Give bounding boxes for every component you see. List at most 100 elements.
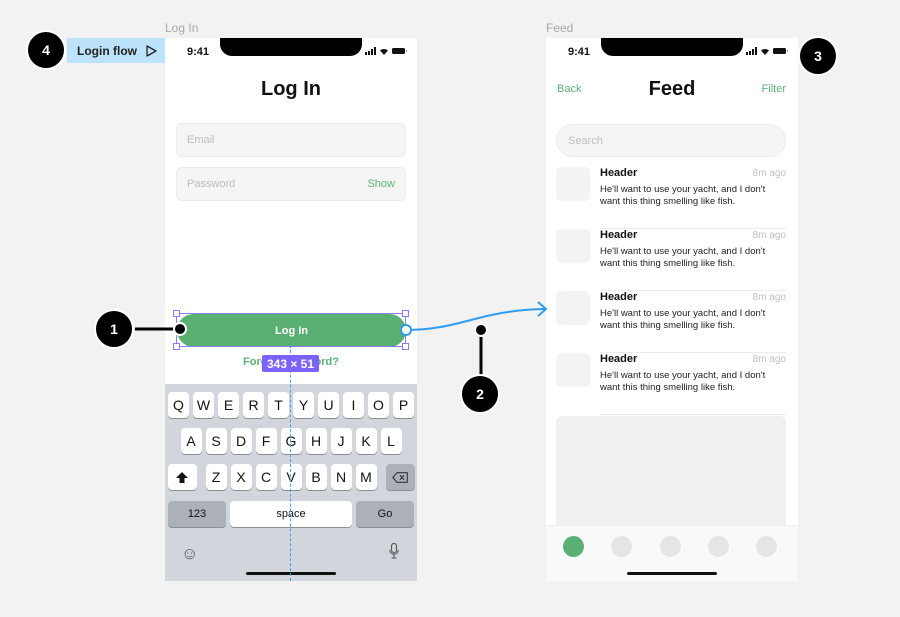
key[interactable]: H — [305, 428, 327, 454]
key[interactable]: U — [318, 392, 339, 418]
key[interactable]: V — [280, 464, 302, 490]
shift-arrow-icon — [176, 471, 188, 483]
login-button[interactable]: Log In — [177, 314, 406, 347]
keyboard-row-1: Q W E R T Y U I O P — [165, 392, 417, 418]
thumbnail — [556, 291, 590, 325]
key[interactable]: O — [368, 392, 389, 418]
item-body: He'll want to use your yacht, and I don'… — [600, 246, 766, 269]
password-placeholder: Password — [187, 178, 236, 190]
page-title: Log In — [261, 78, 321, 100]
key[interactable]: B — [305, 464, 327, 490]
key[interactable]: F — [255, 428, 277, 454]
key[interactable]: W — [193, 392, 214, 418]
show-password-button[interactable]: Show — [367, 178, 395, 190]
status-time: 9:41 — [568, 46, 591, 58]
list-item[interactable]: Header 8m ago He'll want to use your yac… — [556, 229, 786, 291]
list-item[interactable]: Header 8m ago He'll want to use your yac… — [556, 167, 786, 229]
dimension-badge: 343 × 51 — [262, 355, 319, 372]
key[interactable]: Z — [205, 464, 227, 490]
list-item[interactable]: Header 8m ago He'll want to use your yac… — [556, 291, 786, 353]
filter-button[interactable]: Filter — [762, 83, 786, 95]
thumbnail — [556, 353, 590, 387]
status-icons — [746, 47, 788, 55]
battery-icon — [773, 48, 788, 54]
play-triangle-icon[interactable] — [146, 44, 157, 57]
microphone-icon[interactable] — [389, 543, 399, 559]
item-body: He'll want to use your yacht, and I don'… — [600, 184, 766, 207]
annotation-badge-3: 3 — [798, 36, 838, 76]
connector-arrowhead — [537, 301, 548, 317]
tab-2[interactable] — [611, 536, 632, 557]
item-body: He'll want to use your yacht, and I don'… — [600, 370, 766, 393]
tab-3[interactable] — [660, 536, 681, 557]
signal-icon — [746, 47, 757, 55]
space-key[interactable]: space — [230, 501, 352, 527]
item-body: He'll want to use your yacht, and I don'… — [600, 308, 766, 331]
item-header: Header — [600, 291, 638, 303]
wifi-icon — [761, 48, 769, 55]
search-input[interactable]: Search — [556, 124, 786, 157]
feed-screen: 9:41 Back Feed Filter Search Header 8m a… — [546, 38, 798, 581]
delete-key[interactable] — [385, 464, 415, 490]
key[interactable]: C — [255, 464, 277, 490]
annotation-badge-1: 1 — [94, 309, 134, 349]
annotation-badge-2: 2 — [460, 374, 500, 414]
keyboard-row-2: A S D F G H J K L — [165, 428, 417, 454]
status-icons — [365, 47, 407, 55]
email-placeholder: Email — [187, 134, 215, 146]
tab-1[interactable] — [563, 536, 584, 557]
key[interactable]: L — [380, 428, 402, 454]
key[interactable]: N — [330, 464, 352, 490]
key[interactable]: P — [393, 392, 414, 418]
tab-5[interactable] — [756, 536, 777, 557]
wifi-icon — [380, 48, 388, 55]
home-indicator — [627, 572, 717, 575]
notch — [601, 38, 743, 56]
divider — [600, 414, 786, 415]
search-placeholder: Search — [568, 134, 603, 147]
status-time: 9:41 — [187, 46, 210, 58]
numbers-key[interactable]: 123 — [168, 501, 226, 527]
notch — [220, 38, 362, 56]
key[interactable]: I — [343, 392, 364, 418]
frame-label-login[interactable]: Log In — [165, 21, 198, 35]
shift-key[interactable] — [167, 464, 197, 490]
annotation-badge-4: 4 — [26, 30, 66, 70]
key[interactable]: R — [243, 392, 264, 418]
email-field[interactable]: Email — [176, 123, 406, 157]
battery-icon — [392, 48, 407, 54]
key[interactable]: T — [268, 392, 289, 418]
login-screen: 9:41 Log In Email Password Show Log In F… — [165, 38, 417, 581]
signal-icon — [365, 47, 376, 55]
password-field[interactable]: Password Show — [176, 167, 406, 201]
emoji-icon[interactable]: ☺ — [181, 544, 198, 564]
item-header: Header — [600, 353, 638, 365]
item-timestamp: 8m ago — [752, 168, 786, 179]
backspace-icon — [392, 471, 408, 483]
list-item[interactable]: Header 8m ago He'll want to use your yac… — [556, 353, 786, 415]
callout-dot-2 — [474, 323, 488, 337]
keyboard-row-3: Z X C V B N M — [165, 464, 417, 490]
key[interactable]: X — [230, 464, 252, 490]
key[interactable]: A — [180, 428, 202, 454]
tab-bar — [546, 525, 798, 581]
key[interactable]: J — [330, 428, 352, 454]
key[interactable]: K — [355, 428, 377, 454]
go-key[interactable]: Go — [356, 501, 414, 527]
key[interactable]: S — [205, 428, 227, 454]
frame-label-feed[interactable]: Feed — [546, 21, 573, 35]
key[interactable]: E — [218, 392, 239, 418]
key[interactable]: Q — [168, 392, 189, 418]
thumbnail — [556, 167, 590, 201]
content-card[interactable] — [556, 416, 786, 536]
key[interactable]: Y — [293, 392, 314, 418]
key[interactable]: G — [280, 428, 302, 454]
prototype-connector — [405, 308, 546, 331]
tab-4[interactable] — [708, 536, 729, 557]
thumbnail — [556, 229, 590, 263]
key[interactable]: D — [230, 428, 252, 454]
item-header: Header — [600, 167, 638, 179]
key[interactable]: M — [355, 464, 377, 490]
flow-start-tag[interactable]: Login flow — [67, 38, 165, 63]
item-timestamp: 8m ago — [752, 292, 786, 303]
